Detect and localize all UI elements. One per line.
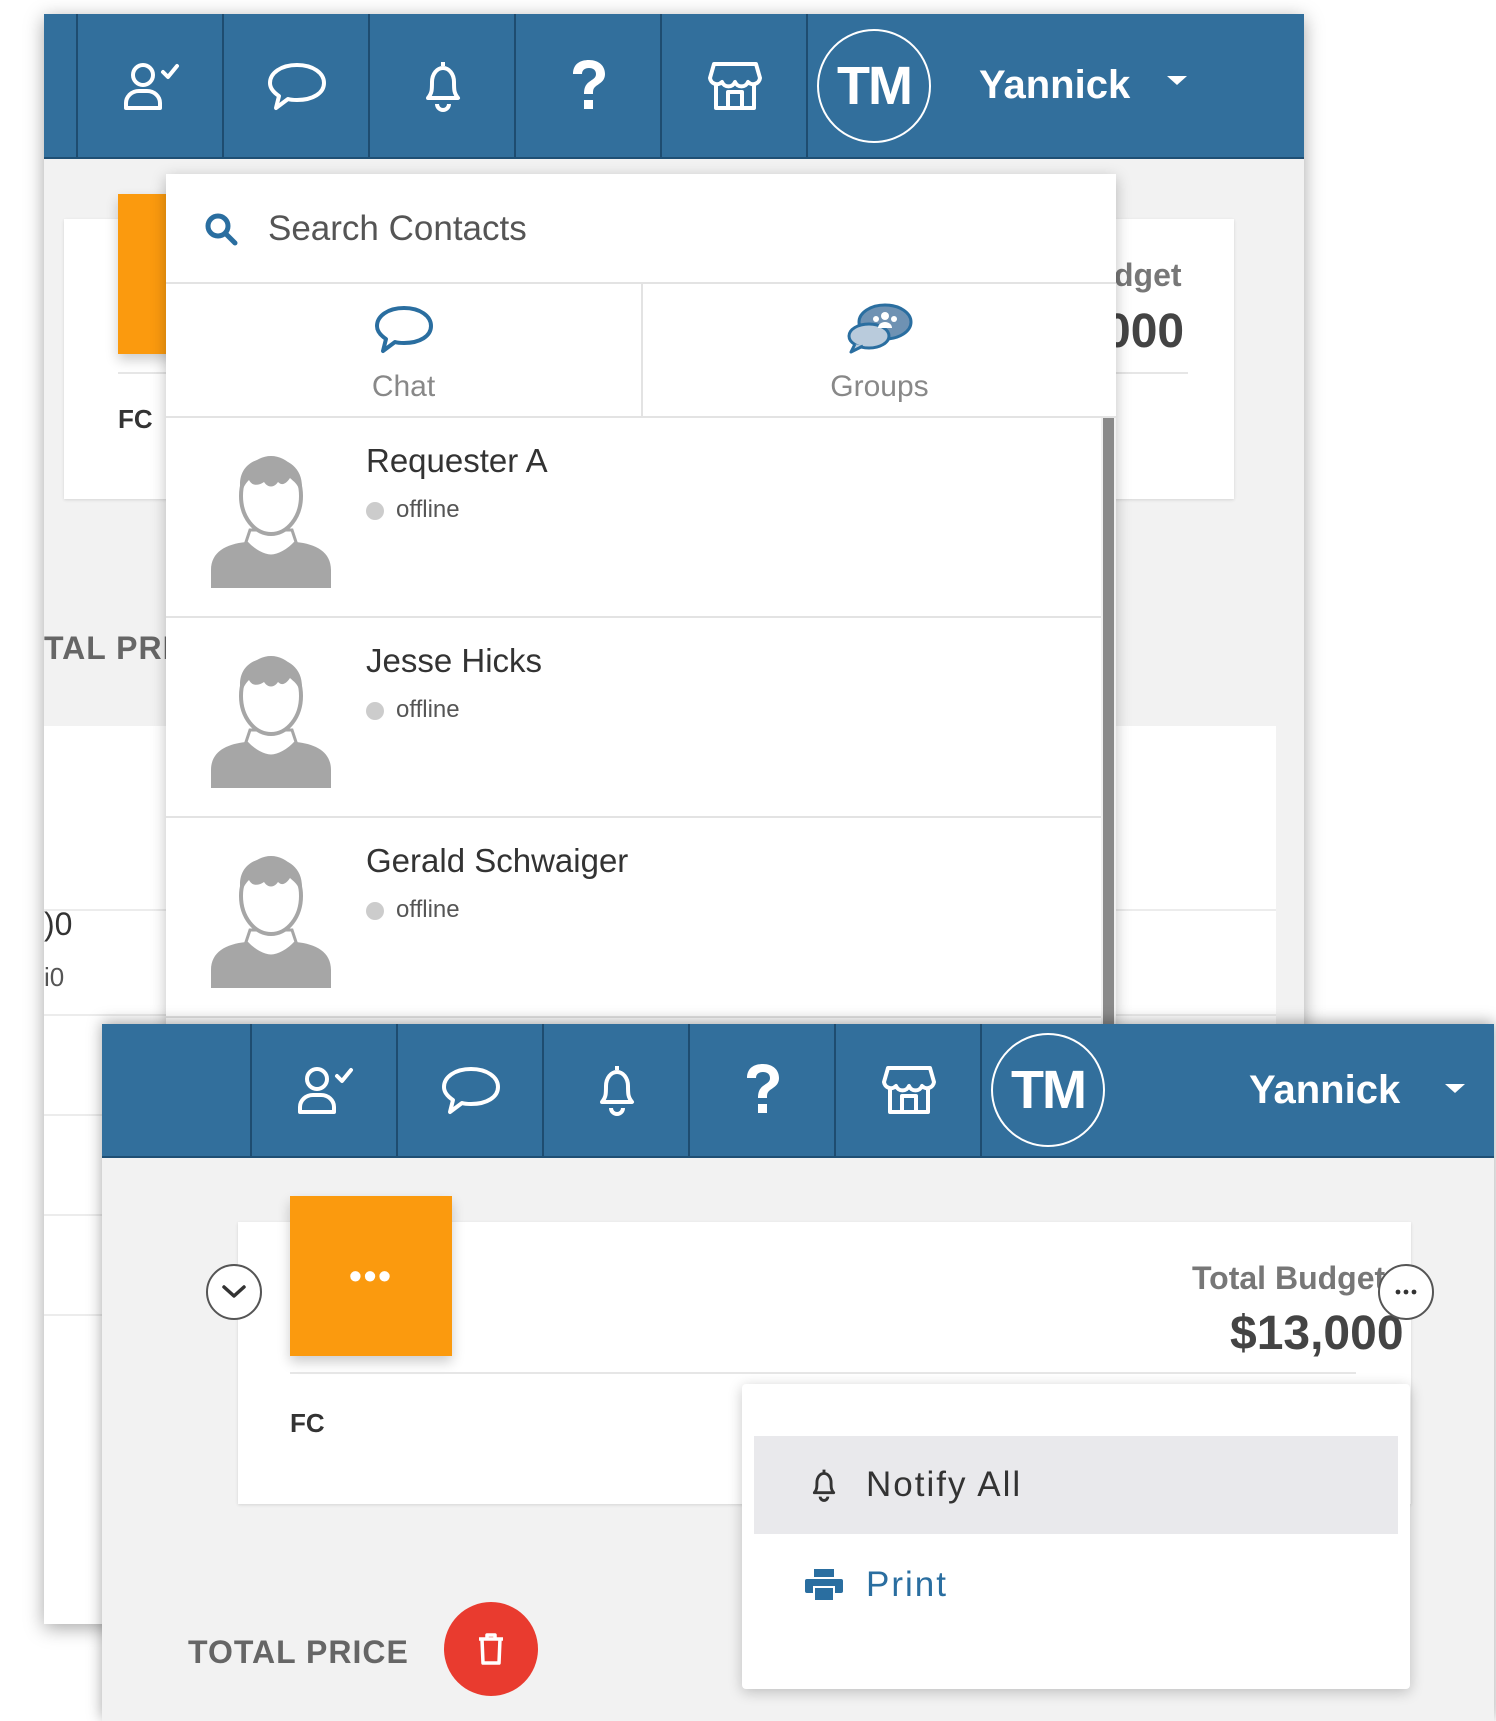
user-check-icon: [298, 1067, 353, 1114]
contact-item[interactable]: Requester A offline: [166, 418, 1101, 618]
status-dot: [366, 502, 384, 520]
menu-item-print[interactable]: Print: [754, 1536, 1398, 1634]
contact-item[interactable]: Jesse Hicks offline: [166, 618, 1101, 818]
bell-icon: [426, 61, 460, 112]
nav-help-button[interactable]: [688, 1024, 836, 1156]
default-avatar-icon: [211, 456, 331, 588]
groups-icon: [847, 303, 912, 354]
nav-chat-button[interactable]: [222, 14, 370, 157]
chat-bubble-icon: [268, 62, 326, 110]
contact-status: offline: [396, 496, 460, 523]
nav-contacts-button[interactable]: [250, 1024, 398, 1156]
trash-icon: [479, 1633, 503, 1665]
nav-help-button[interactable]: [514, 14, 662, 157]
value-text: i0: [44, 962, 65, 992]
chevron-down-icon[interactable]: [1167, 76, 1187, 85]
avatar: TM: [817, 28, 931, 143]
default-avatar-icon: [211, 856, 331, 988]
nav-notifications-button[interactable]: [542, 1024, 690, 1156]
contact-status: offline: [396, 896, 460, 923]
nav-store-button[interactable]: [660, 14, 808, 157]
tab-label: Groups: [830, 370, 929, 403]
delete-button[interactable]: [444, 1602, 538, 1696]
menu-item-label: Notify All: [866, 1465, 1023, 1504]
budget-value: $13,000: [1230, 1307, 1404, 1360]
scrollbar-thumb[interactable]: [1103, 418, 1114, 1054]
nav-contacts-button[interactable]: [76, 14, 224, 157]
help-icon: [747, 1064, 779, 1113]
contact-name: Jesse Hicks: [366, 642, 543, 679]
store-icon: [882, 1066, 936, 1114]
top-navbar: TM Yannick: [102, 1024, 1494, 1158]
default-avatar-icon: [211, 656, 331, 788]
tab-label: Chat: [371, 370, 436, 403]
search-contacts-input[interactable]: [266, 199, 1050, 259]
menu-item-notify-all[interactable]: Notify All: [754, 1436, 1398, 1534]
budget-label: dget: [1114, 257, 1182, 293]
chat-bubble-icon: [442, 1067, 500, 1114]
avatar: TM: [991, 1033, 1105, 1147]
nav-store-button[interactable]: [834, 1024, 982, 1156]
fc-label: FC: [118, 404, 153, 434]
tab-groups[interactable]: Groups: [643, 284, 1116, 416]
status-dot: [366, 902, 384, 920]
chat-bubble-icon: [374, 306, 433, 353]
contact-list: Requester A offline Jesse Hicks offline: [166, 418, 1101, 1054]
menu-item-label: Print: [866, 1565, 948, 1604]
nav-avatar-button[interactable]: TM: [980, 1024, 1114, 1156]
ellipsis-icon: [1395, 1289, 1417, 1295]
store-icon: [708, 61, 762, 110]
contact-list-scrollbar[interactable]: [1101, 418, 1116, 1054]
bell-icon: [804, 1467, 844, 1503]
contact-search-bar: [166, 174, 1116, 284]
nav-notifications-button[interactable]: [368, 14, 516, 157]
total-price-label: TOTAL PRICE: [188, 1634, 409, 1670]
status-dot: [366, 702, 384, 720]
user-name[interactable]: Yannick: [1249, 1024, 1400, 1156]
bell-icon: [600, 1066, 634, 1116]
user-name[interactable]: Yannick: [979, 14, 1130, 157]
screenshot-actions-menu: TM Yannick ••• FC Total Budget $13,000 T…: [102, 1024, 1494, 1721]
nav-avatar-button[interactable]: TM: [806, 14, 940, 157]
chevron-down-icon: [222, 1285, 246, 1298]
tab-chat[interactable]: Chat: [166, 284, 641, 416]
budget-label: Total Budget: [1192, 1260, 1386, 1296]
contacts-tabs: Chat Groups: [166, 284, 1116, 418]
search-icon: [205, 213, 238, 246]
top-navbar: TM Yannick: [44, 14, 1304, 159]
help-icon: [573, 59, 605, 109]
nav-chat-button[interactable]: [396, 1024, 544, 1156]
fc-label: FC: [290, 1408, 325, 1438]
contact-status: offline: [396, 696, 460, 723]
contact-name: Requester A: [366, 442, 548, 479]
contacts-dropdown: Chat Groups: [166, 174, 1116, 1054]
contact-item[interactable]: Gerald Schwaiger offline: [166, 818, 1101, 1018]
contact-name: Gerald Schwaiger: [366, 842, 629, 879]
printer-icon: [804, 1569, 844, 1601]
value-text: )0: [44, 906, 73, 942]
divider: [290, 1372, 1356, 1374]
user-check-icon: [124, 62, 179, 110]
more-options-button[interactable]: [1378, 1264, 1434, 1320]
project-thumbnail-more[interactable]: •••: [290, 1196, 452, 1356]
collapse-button[interactable]: [206, 1264, 262, 1320]
actions-menu: Notify All Print: [742, 1384, 1410, 1689]
chevron-down-icon[interactable]: [1445, 1084, 1465, 1093]
budget-value: 000: [1104, 305, 1185, 358]
